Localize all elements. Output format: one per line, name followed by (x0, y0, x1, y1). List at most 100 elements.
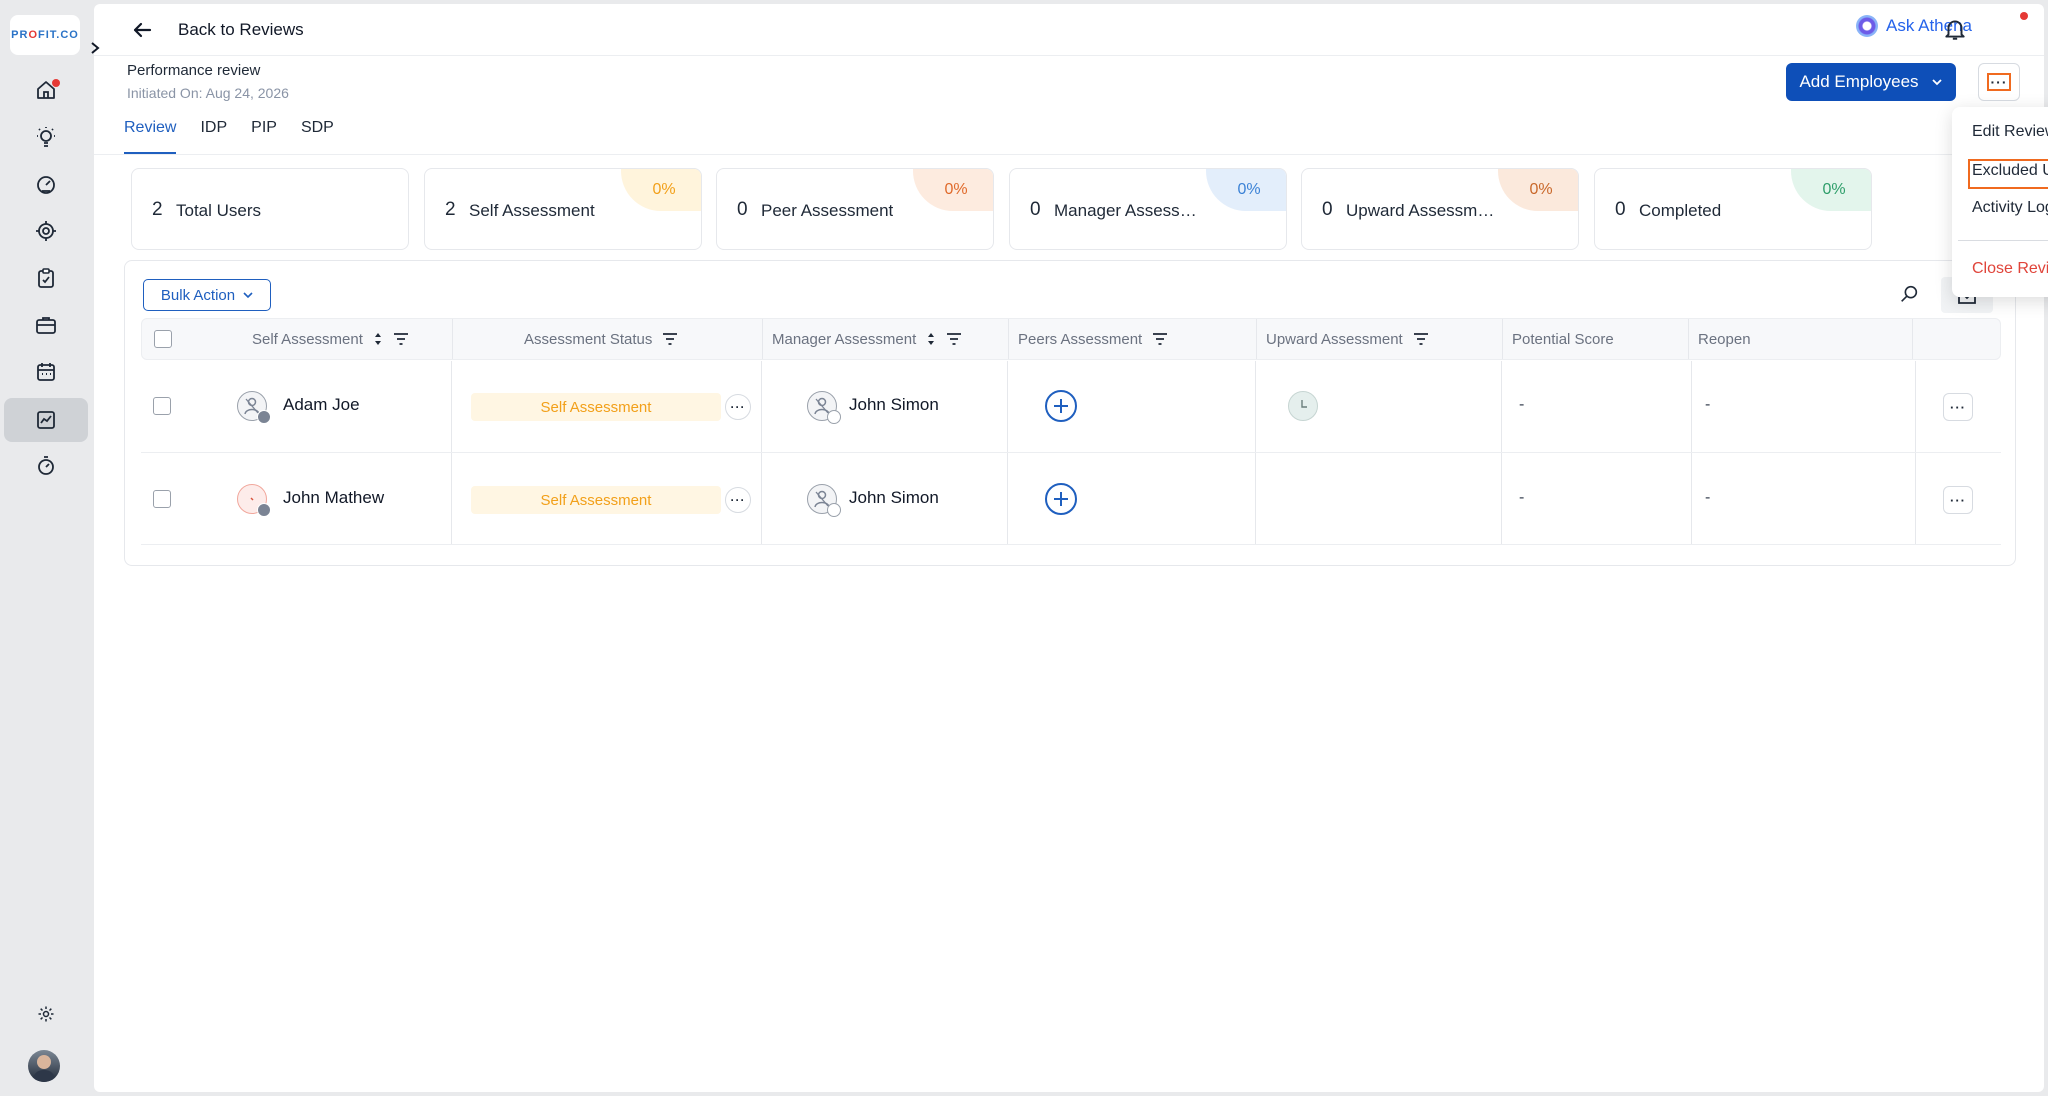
manager-name[interactable]: John Simon (849, 395, 939, 415)
sidebar-item-portfolio[interactable] (4, 303, 88, 347)
column-divider (1501, 453, 1502, 544)
filter-icon[interactable] (1152, 332, 1168, 346)
column-divider (762, 319, 763, 359)
main-panel: Back to Reviews Ask Athena Performance r… (94, 4, 2048, 1092)
sidebar-item-goals[interactable] (4, 209, 88, 253)
row-checkbox[interactable] (153, 397, 171, 415)
status-more-button[interactable]: ··· (725, 487, 751, 513)
sidebar-item-dashboard[interactable] (4, 162, 88, 206)
tab-pip[interactable]: PIP (251, 119, 277, 154)
column-manager-assessment[interactable]: Manager Assessment (772, 319, 962, 359)
stat-label: Upward Assessme... (1346, 201, 1496, 220)
column-label: Reopen (1698, 330, 1751, 348)
tab-idp[interactable]: IDP (200, 119, 227, 154)
bell-icon[interactable] (1942, 16, 1968, 42)
sidebar-item-performance[interactable] (4, 398, 88, 442)
row-checkbox[interactable] (153, 490, 171, 508)
column-divider (1915, 361, 1916, 452)
sidebar: PR O FIT.CO (0, 0, 100, 1096)
menu-item-close-review[interactable]: Close Review (1972, 260, 2048, 278)
column-divider (761, 453, 762, 544)
sidebar-item-home[interactable] (4, 68, 88, 112)
upward-pending-icon[interactable] (1288, 391, 1318, 421)
gear-icon (38, 1006, 54, 1022)
user-avatar[interactable] (28, 1050, 60, 1082)
more-options-button[interactable]: ··· (1978, 63, 2020, 101)
add-employees-button[interactable]: Add Employees (1786, 63, 1956, 101)
column-divider (1691, 361, 1692, 452)
add-peer-button[interactable] (1045, 390, 1077, 422)
column-assessment-status[interactable]: Assessment Status (524, 319, 678, 359)
target-icon (36, 221, 56, 241)
calendar-icon (37, 363, 55, 381)
check-badge-icon (827, 410, 841, 424)
tab-sdp[interactable]: SDP (301, 119, 334, 154)
profit-co-logo[interactable]: PR O FIT.CO (10, 15, 80, 55)
stat-percent: 0% (621, 169, 701, 211)
sort-icon[interactable] (373, 331, 383, 347)
manager-name[interactable]: John Simon (849, 488, 939, 508)
add-employees-label: Add Employees (1799, 72, 1919, 91)
table-row: Adam Joe Self Assessment ··· John Simon … (141, 361, 2001, 453)
stat-card-manager-assessment[interactable]: 0 Manager Assessm... 0% (1009, 168, 1287, 250)
sidebar-item-ideas[interactable] (4, 115, 88, 159)
employee-name[interactable]: Adam Joe (283, 395, 360, 415)
stat-card-upward-assessment[interactable]: 0 Upward Assessme... 0% (1301, 168, 1579, 250)
top-bar: Back to Reviews Ask Athena (94, 4, 2044, 56)
review-tabs: Review IDP PIP SDP (124, 119, 334, 154)
status-more-button[interactable]: ··· (725, 394, 751, 420)
tab-review[interactable]: Review (124, 119, 177, 154)
back-arrow-icon[interactable] (130, 18, 154, 42)
search-icon[interactable] (1897, 283, 1921, 305)
status-badge-icon (257, 503, 271, 517)
logo-text-post: FIT.CO (38, 29, 79, 41)
menu-item-activity-log[interactable]: Activity Log (1972, 199, 2048, 217)
filter-icon[interactable] (1413, 332, 1429, 346)
stat-percent: 0% (913, 169, 993, 211)
filter-icon[interactable] (946, 332, 962, 346)
sidebar-item-tasks[interactable] (4, 256, 88, 300)
row-more-button[interactable]: ··· (1943, 393, 1973, 421)
bulk-action-button[interactable]: Bulk Action (143, 279, 271, 311)
column-divider (1912, 319, 1913, 359)
stat-card-peer-assessment[interactable]: 0 Peer Assessment 0% (716, 168, 994, 250)
sidebar-expand-chevron-icon[interactable] (86, 38, 104, 58)
column-self-assessment[interactable]: Self Assessment (252, 319, 409, 359)
back-to-reviews-link[interactable]: Back to Reviews (178, 20, 304, 40)
employee-name[interactable]: John Mathew (283, 488, 384, 508)
column-upward-assessment[interactable]: Upward Assessment (1266, 319, 1429, 359)
sidebar-item-settings[interactable] (4, 992, 88, 1036)
reopen-value: - (1705, 396, 1711, 413)
menu-item-edit-review[interactable]: Edit Review (1972, 123, 2048, 141)
employees-table-card: Bulk Action Self Assessment Assessment S… (124, 260, 2016, 566)
stat-card-completed[interactable]: 0 Completed 0% (1594, 168, 1872, 250)
column-peers-assessment[interactable]: Peers Assessment (1018, 319, 1168, 359)
sort-icon[interactable] (926, 331, 936, 347)
logo-text-o: O (28, 29, 38, 41)
sidebar-item-timesheet[interactable] (4, 444, 88, 488)
column-divider (451, 453, 452, 544)
table-header: Self Assessment Assessment Status Manage… (141, 318, 2001, 360)
column-potential-score: Potential Score (1512, 319, 1614, 359)
stat-value: 0 (1030, 199, 1041, 220)
table-row: John Mathew Self Assessment ··· John Sim… (141, 453, 2001, 545)
filter-icon[interactable] (662, 332, 678, 346)
sidebar-item-calendar[interactable] (4, 350, 88, 394)
filter-icon[interactable] (393, 332, 409, 346)
row-more-button[interactable]: ··· (1943, 486, 1973, 514)
stat-label: Peer Assessment (761, 201, 894, 220)
stat-label: Completed (1639, 201, 1722, 220)
column-divider (1688, 319, 1689, 359)
athena-icon (1856, 15, 1878, 37)
menu-item-excluded-users[interactable]: Excluded Users (1972, 162, 2048, 180)
column-divider (1501, 361, 1502, 452)
column-divider (452, 319, 453, 359)
select-all-checkbox[interactable] (154, 330, 172, 348)
stat-card-self-assessment[interactable]: 2 Self Assessment 0% (424, 168, 702, 250)
home-notification-dot (52, 79, 60, 87)
tabs-divider (94, 154, 2044, 155)
add-peer-button[interactable] (1045, 483, 1077, 515)
stat-value: 2 (152, 199, 163, 220)
stopwatch-icon (38, 456, 54, 475)
column-label: Upward Assessment (1266, 330, 1403, 348)
